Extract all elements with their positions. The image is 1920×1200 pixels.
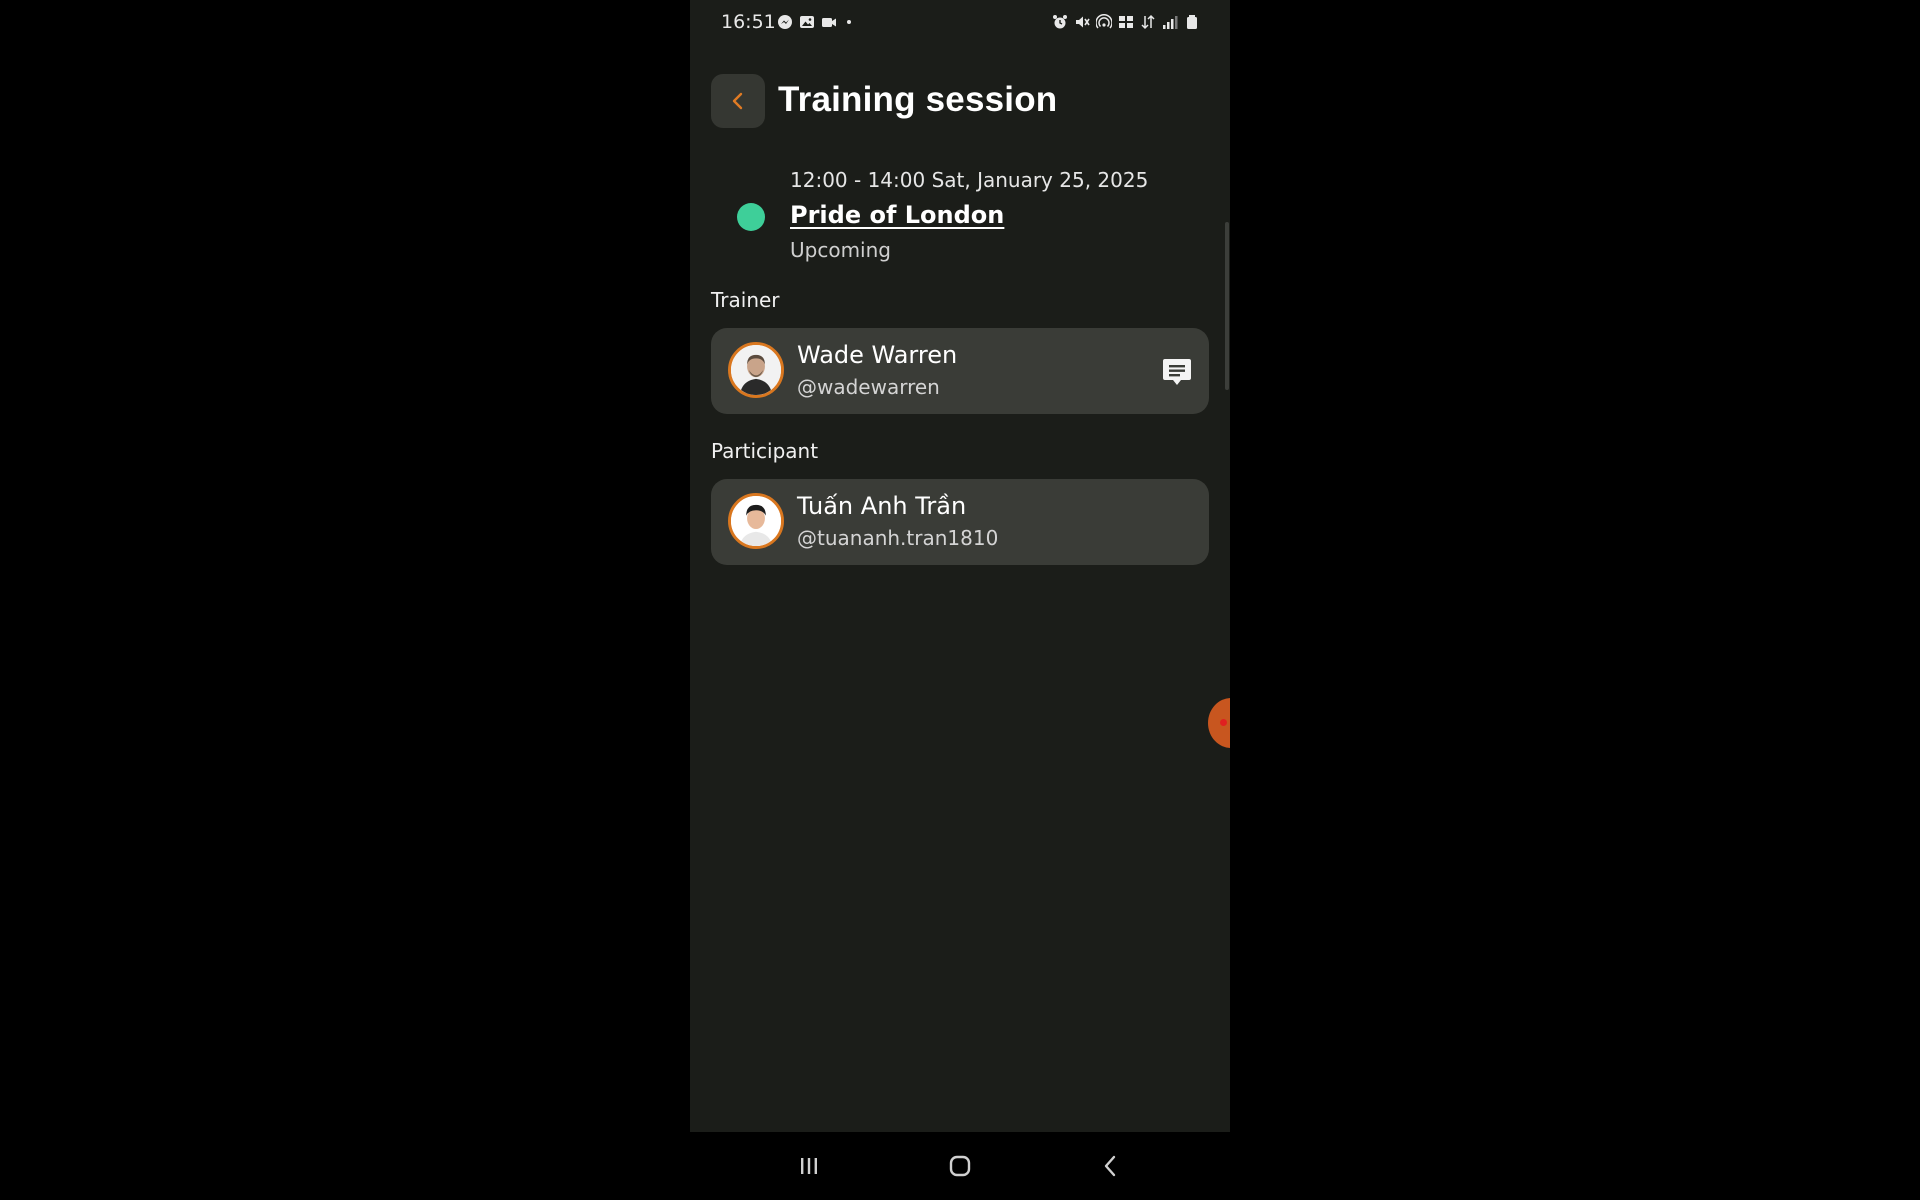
data-icon bbox=[1140, 14, 1156, 30]
recent-apps-button[interactable] bbox=[789, 1146, 829, 1186]
notification-icons bbox=[777, 14, 851, 30]
trainer-handle: @wadewarren bbox=[797, 375, 940, 399]
phone-screen: 16:51 Training session 12:00 - 14:00 Sat… bbox=[690, 0, 1230, 1200]
session-status: Upcoming bbox=[790, 238, 891, 262]
notification-dot bbox=[1220, 719, 1227, 726]
back-button[interactable] bbox=[711, 74, 765, 128]
back-icon bbox=[1104, 1155, 1116, 1177]
floating-chat-bubble[interactable] bbox=[1208, 698, 1230, 748]
status-bar: 16:51 bbox=[690, 0, 1230, 46]
messenger-icon bbox=[777, 14, 793, 30]
recent-apps-icon bbox=[801, 1158, 817, 1174]
gallery-icon bbox=[799, 14, 815, 30]
status-time: 16:51 bbox=[721, 11, 776, 33]
volte-icon bbox=[1118, 14, 1134, 30]
page-title: Training session bbox=[778, 80, 1058, 119]
participant-section-label: Participant bbox=[711, 439, 819, 463]
navigation-bar bbox=[690, 1132, 1230, 1200]
chat-button[interactable] bbox=[1160, 355, 1194, 389]
participant-handle: @tuananh.tran1810 bbox=[797, 526, 999, 550]
trainer-avatar bbox=[728, 342, 784, 398]
participant-avatar bbox=[728, 493, 784, 549]
trainer-card[interactable]: Wade Warren @wadewarren bbox=[711, 328, 1209, 414]
home-icon bbox=[949, 1155, 971, 1177]
session-status-indicator bbox=[737, 203, 765, 231]
participant-name: Tuấn Anh Trần bbox=[797, 492, 967, 520]
system-icons bbox=[1052, 14, 1200, 30]
trainer-name: Wade Warren bbox=[797, 341, 958, 369]
scrollbar[interactable] bbox=[1225, 222, 1229, 390]
mute-icon bbox=[1074, 14, 1090, 30]
alarm-icon bbox=[1052, 14, 1068, 30]
video-icon bbox=[821, 14, 837, 30]
participant-card[interactable]: Tuấn Anh Trần @tuananh.tran1810 bbox=[711, 479, 1209, 565]
trainer-section-label: Trainer bbox=[711, 288, 780, 312]
home-button[interactable] bbox=[940, 1146, 980, 1186]
system-back-button[interactable] bbox=[1091, 1146, 1131, 1186]
hotspot-icon bbox=[1096, 14, 1112, 30]
session-info: 12:00 - 14:00 Sat, January 25, 2025 Prid… bbox=[690, 160, 1230, 270]
signal-icon bbox=[1162, 14, 1178, 30]
session-time: 12:00 - 14:00 Sat, January 25, 2025 bbox=[790, 168, 1149, 192]
chat-icon bbox=[1163, 359, 1191, 385]
chevron-left-icon bbox=[732, 92, 743, 110]
battery-icon bbox=[1184, 14, 1200, 30]
session-location-link[interactable]: Pride of London bbox=[790, 201, 1004, 229]
more-notifications-dot bbox=[847, 20, 851, 24]
